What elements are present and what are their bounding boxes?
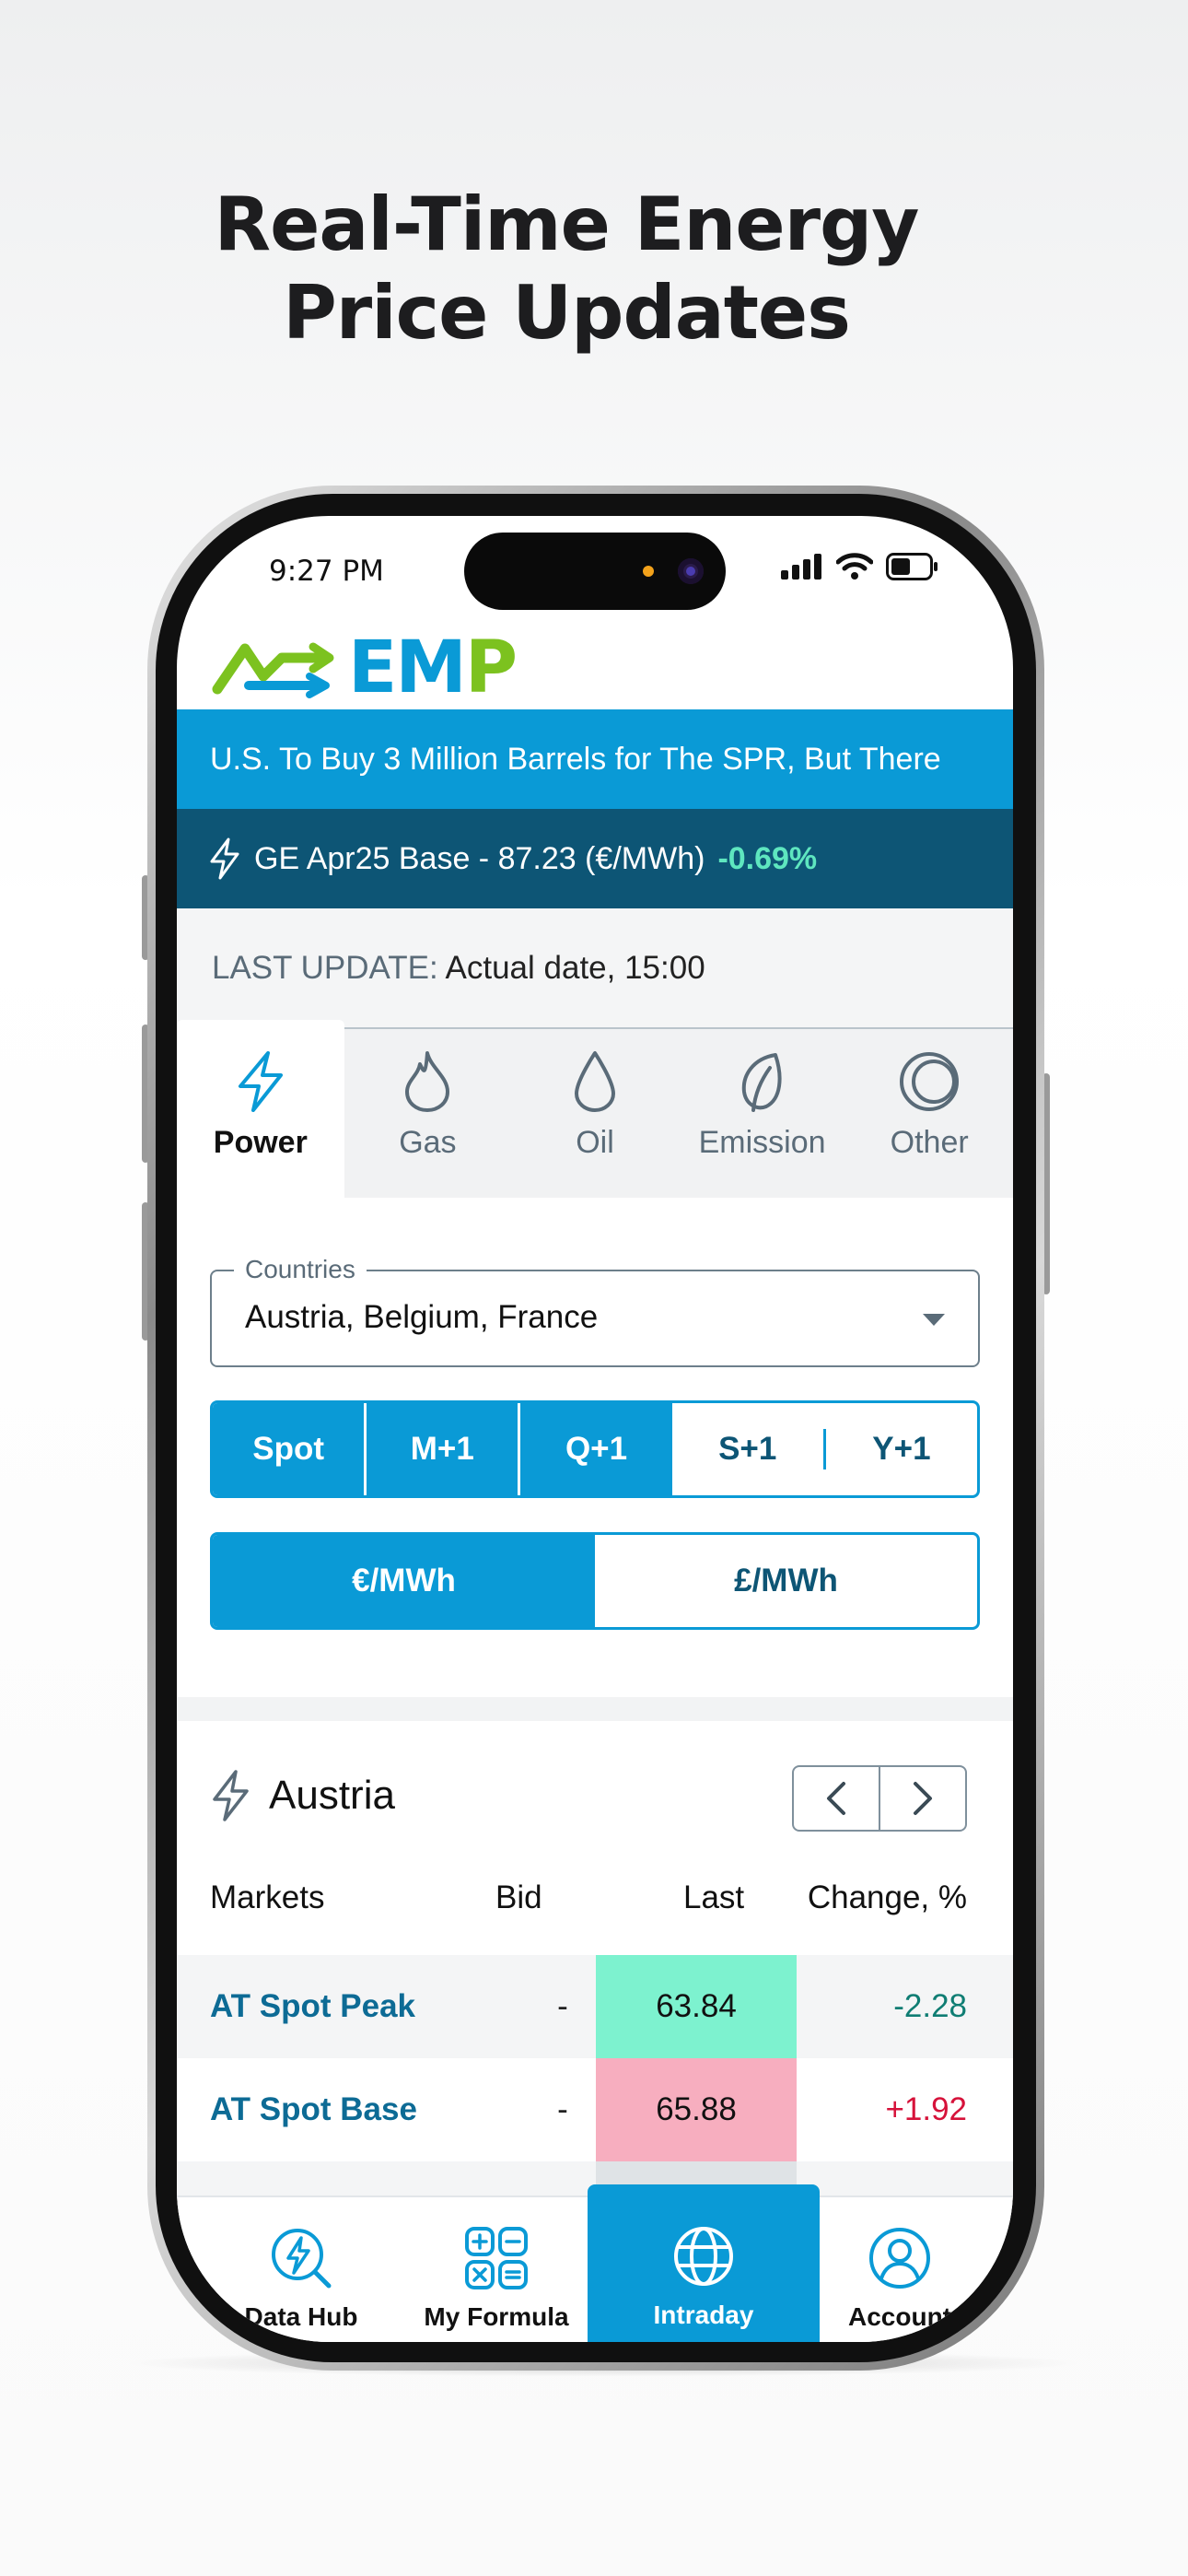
bolt-icon xyxy=(213,1770,249,1821)
signal-icon xyxy=(781,554,821,580)
market-name: AT Spot Base xyxy=(210,2091,417,2127)
tab-label: Oil xyxy=(576,1125,614,1160)
last-value: 63.84 xyxy=(596,1955,797,2058)
price-strip[interactable]: GE Apr25 Base - 87.23 (€/MWh) -0.69% xyxy=(177,809,1013,908)
column-header-change: Change, % xyxy=(807,1879,967,1915)
change-value: -2.28 xyxy=(893,1988,967,2024)
tab-label: Gas xyxy=(399,1125,457,1160)
last-update: LAST UPDATE: Actual date, 15:00 xyxy=(177,908,1013,1028)
column-header-markets: Markets xyxy=(210,1879,325,1915)
column-header-last: Last xyxy=(683,1879,745,1915)
table-row[interactable]: AT Spot Base - 65.88 +1.92 xyxy=(177,2058,1013,2161)
bid-value: - xyxy=(557,1988,568,2024)
user-icon xyxy=(869,2228,930,2289)
status-time: 9:27 PM xyxy=(269,555,384,588)
drop-icon xyxy=(574,1051,615,1112)
bolt-icon xyxy=(210,837,239,880)
commodity-tabs: Power Gas Oil Emission Other xyxy=(177,1020,1013,1198)
nav-label: Intraday xyxy=(653,2301,754,2329)
nav-label: Data Hub xyxy=(244,2302,358,2331)
unit-option-gbp[interactable]: £/MWh xyxy=(595,1535,977,1627)
headline-line-2: Price Updates xyxy=(283,270,851,356)
nav-data-hub[interactable]: Data Hub xyxy=(232,2197,370,2342)
tab-emission[interactable]: Emission xyxy=(679,1029,846,1198)
period-option-y1[interactable]: Y+1 xyxy=(826,1403,977,1495)
bottom-navigation: Data Hub My Formula Intraday Account xyxy=(177,2184,1013,2342)
last-value: 65.88 xyxy=(596,2058,797,2161)
flame-icon xyxy=(405,1051,450,1112)
period-option-s1[interactable]: S+1 xyxy=(672,1403,823,1495)
period-option-spot[interactable]: Spot xyxy=(213,1403,365,1495)
app-screen: 9:27 PM EMP U.S. To Buy 3 Million Barrel… xyxy=(177,516,1013,2342)
chevron-down-icon xyxy=(923,1314,945,1326)
tab-label: Emission xyxy=(698,1125,826,1160)
privacy-indicator-icon xyxy=(643,566,654,577)
status-icons xyxy=(781,553,939,580)
section-divider xyxy=(177,1697,1013,1721)
country-card-title: Austria xyxy=(269,1773,395,1818)
table-row[interactable]: AT Spot Peak - 63.84 -2.28 xyxy=(177,1955,1013,2058)
column-header-bid: Bid xyxy=(495,1879,542,1915)
countries-select[interactable]: Countries Austria, Belgium, France xyxy=(210,1255,980,1367)
tab-gas[interactable]: Gas xyxy=(344,1029,512,1198)
chevron-right-icon xyxy=(914,1782,932,1815)
bid-value: - xyxy=(557,2091,568,2127)
emp-logo-text: EMP xyxy=(348,626,518,709)
unit-option-eur[interactable]: €/MWh xyxy=(213,1535,595,1627)
price-strip-text: GE Apr25 Base - 87.23 (€/MWh) xyxy=(254,841,705,876)
data-hub-icon xyxy=(272,2229,332,2289)
wifi-icon xyxy=(836,553,873,580)
camera-icon xyxy=(678,558,704,584)
countries-select-legend: Countries xyxy=(234,1255,367,1284)
bolt-icon xyxy=(238,1051,283,1112)
country-pager xyxy=(792,1765,967,1832)
nav-label: Account xyxy=(848,2302,951,2331)
marketing-headline: Real-Time Energy Price Updates xyxy=(0,181,1133,357)
nav-account[interactable]: Account xyxy=(831,2197,969,2342)
market-name: AT Spot Peak xyxy=(210,1988,416,2024)
period-option-q1[interactable]: Q+1 xyxy=(518,1403,672,1495)
last-update-label: LAST UPDATE: xyxy=(212,950,438,986)
nav-intraday[interactable]: Intraday xyxy=(588,2184,820,2342)
countries-select-value: Austria, Belgium, France xyxy=(245,1299,599,1335)
battery-icon xyxy=(886,553,938,580)
calculator-icon xyxy=(465,2227,528,2289)
emp-logo-icon xyxy=(212,642,334,698)
headline-line-1: Real-Time Energy xyxy=(214,181,920,267)
country-card-header: Austria xyxy=(210,1769,395,1822)
unit-selector: €/MWh £/MWh xyxy=(210,1532,980,1630)
tab-power[interactable]: Power xyxy=(177,1020,344,1198)
previous-country-button[interactable] xyxy=(794,1767,879,1830)
tab-label: Other xyxy=(890,1125,969,1160)
leaf-icon xyxy=(741,1053,782,1112)
globe-icon xyxy=(674,2227,733,2286)
nav-label: My Formula xyxy=(424,2302,569,2331)
last-update-value: Actual date, 15:00 xyxy=(445,950,705,986)
dynamic-island xyxy=(464,533,726,610)
chevron-left-icon xyxy=(827,1782,845,1815)
tab-label: Power xyxy=(213,1125,308,1160)
next-country-button[interactable] xyxy=(879,1767,965,1830)
emp-logo: EMP xyxy=(212,626,518,709)
tab-other[interactable]: Other xyxy=(845,1029,1013,1198)
tab-oil[interactable]: Oil xyxy=(511,1029,679,1198)
period-selector: Spot M+1 Q+1 S+1 Y+1 xyxy=(210,1400,980,1498)
circles-icon xyxy=(900,1052,960,1111)
news-ticker[interactable]: U.S. To Buy 3 Million Barrels for The SP… xyxy=(177,709,1013,809)
change-value: +1.92 xyxy=(885,2091,967,2127)
period-option-m1[interactable]: M+1 xyxy=(364,1403,518,1495)
price-strip-change: -0.69% xyxy=(717,841,818,876)
nav-my-formula[interactable]: My Formula xyxy=(418,2197,575,2342)
